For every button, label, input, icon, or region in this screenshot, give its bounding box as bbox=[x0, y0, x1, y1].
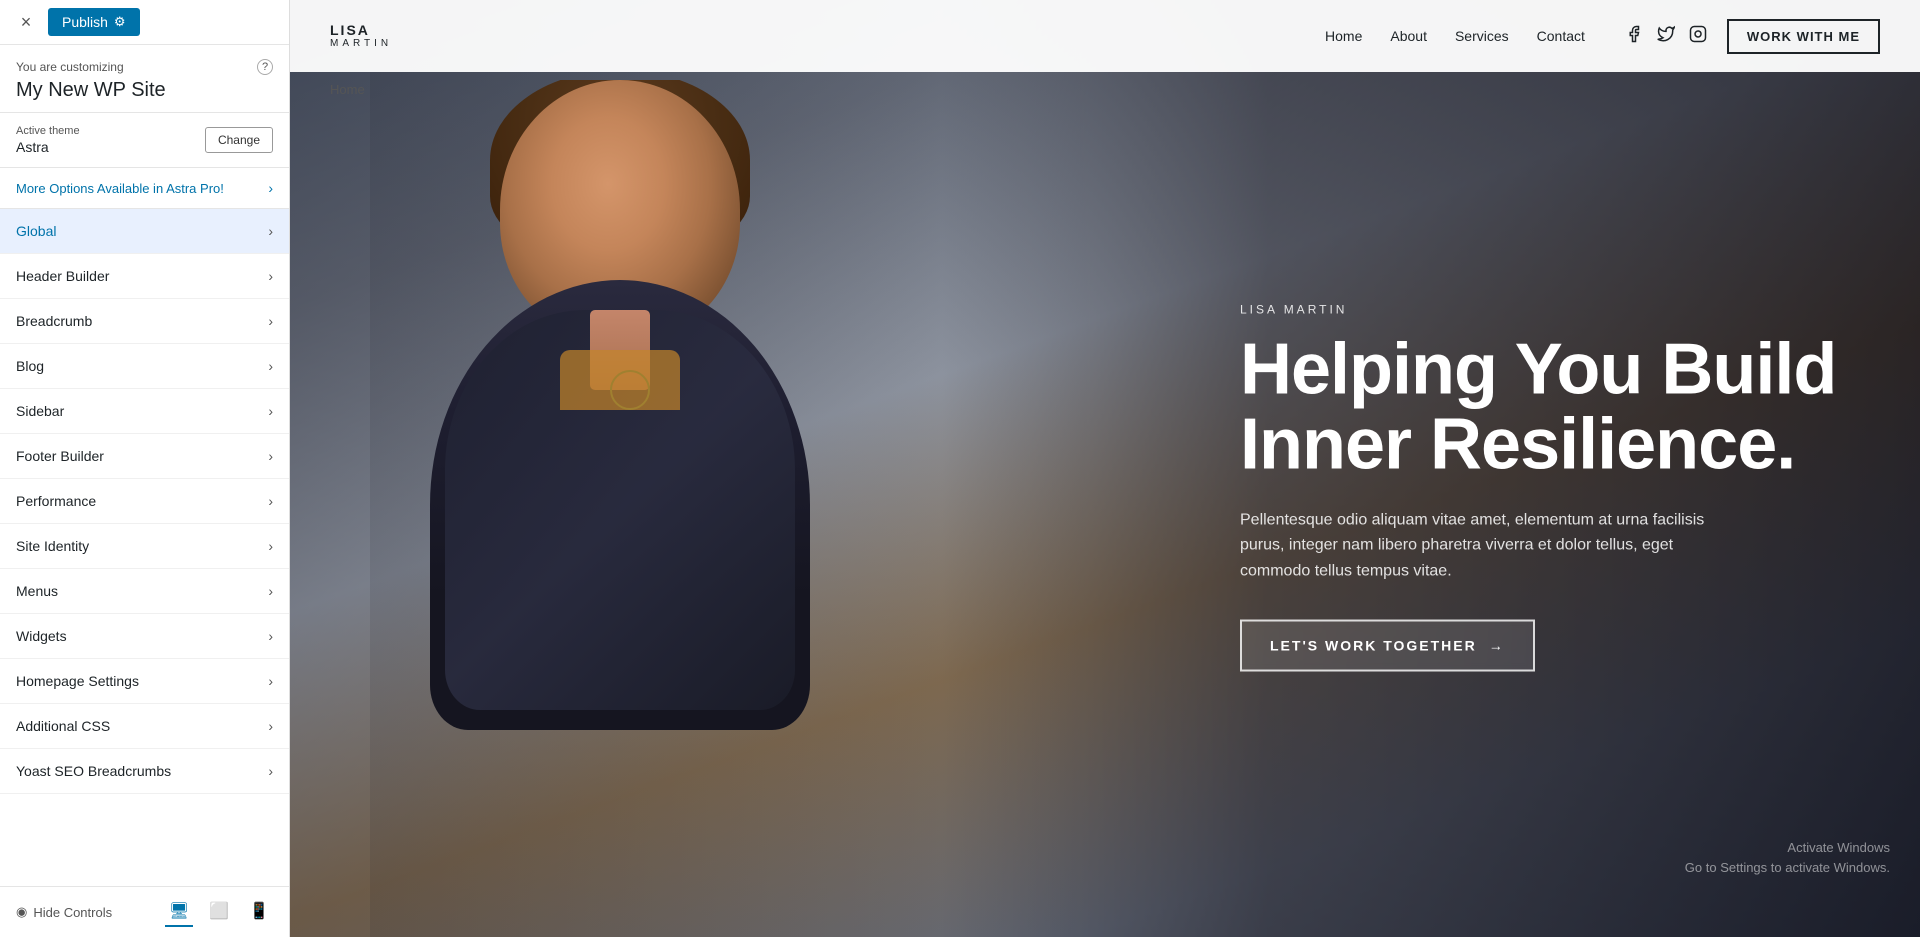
chevron-right-icon: › bbox=[268, 268, 273, 284]
astra-pro-banner[interactable]: More Options Available in Astra Pro! › bbox=[0, 168, 289, 209]
site-breadcrumb: Home bbox=[330, 72, 365, 107]
nav-home[interactable]: Home bbox=[1325, 28, 1362, 44]
hide-controls-label: Hide Controls bbox=[33, 905, 112, 920]
breadcrumb-home: Home bbox=[330, 82, 365, 97]
work-with-me-button[interactable]: WORK WITH ME bbox=[1727, 19, 1880, 54]
chevron-right-icon: › bbox=[268, 448, 273, 464]
customizing-label-text: You are customizing bbox=[16, 60, 124, 74]
logo-name: LISA bbox=[330, 23, 392, 38]
menu-item-global[interactable]: Global › bbox=[0, 209, 289, 254]
chevron-right-icon: › bbox=[268, 628, 273, 644]
preview-panel: LISA MARTIN Home About Services Contact bbox=[290, 0, 1920, 937]
chevron-right-icon: › bbox=[268, 538, 273, 554]
cta-button[interactable]: LET'S WORK TOGETHER → bbox=[1240, 620, 1535, 672]
menu-item-label: Sidebar bbox=[16, 403, 64, 419]
menu-item-additional-css[interactable]: Additional CSS › bbox=[0, 704, 289, 749]
menu-item-label: Header Builder bbox=[16, 268, 109, 284]
desktop-icon[interactable]: 🖥 bbox=[165, 897, 193, 927]
menu-item-label: Homepage Settings bbox=[16, 673, 139, 689]
menu-item-label: Blog bbox=[16, 358, 44, 374]
menu-item-widgets[interactable]: Widgets › bbox=[0, 614, 289, 659]
site-logo: LISA MARTIN bbox=[330, 23, 392, 49]
facebook-icon[interactable] bbox=[1625, 25, 1643, 48]
menu-item-label: Yoast SEO Breadcrumbs bbox=[16, 763, 171, 779]
menu-item-label: Additional CSS bbox=[16, 718, 110, 734]
customizer-panel: × Publish ⚙ You are customizing ? My New… bbox=[0, 0, 290, 937]
nav-about[interactable]: About bbox=[1390, 28, 1427, 44]
chevron-right-icon: › bbox=[268, 403, 273, 419]
menu-item-label: Global bbox=[16, 223, 56, 239]
menu-item-label: Performance bbox=[16, 493, 96, 509]
hero-subtitle: LISA MARTIN bbox=[1240, 302, 1860, 316]
site-nav: Home About Services Contact bbox=[1325, 28, 1585, 44]
publish-label: Publish bbox=[62, 14, 108, 30]
panel-topbar: × Publish ⚙ bbox=[0, 0, 289, 45]
hero-content: LISA MARTIN Helping You Build Inner Resi… bbox=[1240, 302, 1860, 672]
tablet-icon[interactable]: ⬜ bbox=[205, 897, 233, 927]
menu-item-label: Widgets bbox=[16, 628, 67, 644]
cta-arrow-icon: → bbox=[1489, 638, 1505, 654]
help-icon[interactable]: ? bbox=[257, 59, 273, 75]
menu-item-menus[interactable]: Menus › bbox=[0, 569, 289, 614]
chevron-right-icon: › bbox=[268, 583, 273, 599]
menu-item-site-identity[interactable]: Site Identity › bbox=[0, 524, 289, 569]
menu-item-label: Breadcrumb bbox=[16, 313, 92, 329]
twitter-icon[interactable] bbox=[1657, 25, 1675, 48]
astra-pro-chevron-icon: › bbox=[268, 180, 273, 196]
hero-title: Helping You Build Inner Resilience. bbox=[1240, 332, 1860, 483]
menu-item-label: Footer Builder bbox=[16, 448, 104, 464]
chevron-right-icon: › bbox=[268, 718, 273, 734]
menu-item-homepage-settings[interactable]: Homepage Settings › bbox=[0, 659, 289, 704]
customizing-section: You are customizing ? My New WP Site bbox=[0, 45, 289, 113]
chevron-right-icon: › bbox=[268, 763, 273, 779]
menu-item-yoast-seo[interactable]: Yoast SEO Breadcrumbs › bbox=[0, 749, 289, 794]
change-theme-button[interactable]: Change bbox=[205, 127, 273, 153]
hide-controls-button[interactable]: ◉ Hide Controls bbox=[16, 904, 112, 920]
instagram-icon[interactable] bbox=[1689, 25, 1707, 48]
theme-section: Active theme Astra Change bbox=[0, 113, 289, 168]
cta-label: LET'S WORK TOGETHER bbox=[1270, 638, 1477, 654]
site-header: LISA MARTIN Home About Services Contact bbox=[290, 0, 1920, 72]
menu-item-breadcrumb[interactable]: Breadcrumb › bbox=[0, 299, 289, 344]
astra-pro-text: More Options Available in Astra Pro! bbox=[16, 181, 224, 196]
menu-item-footer-builder[interactable]: Footer Builder › bbox=[0, 434, 289, 479]
gear-icon: ⚙ bbox=[114, 14, 126, 30]
nav-services[interactable]: Services bbox=[1455, 28, 1509, 44]
hero-description: Pellentesque odio aliquam vitae amet, el… bbox=[1240, 507, 1740, 584]
chevron-right-icon: › bbox=[268, 313, 273, 329]
theme-label: Active theme bbox=[16, 125, 80, 137]
chevron-right-icon: › bbox=[268, 673, 273, 689]
site-name: My New WP Site bbox=[16, 79, 273, 102]
chevron-right-icon: › bbox=[268, 358, 273, 374]
theme-name: Astra bbox=[16, 139, 80, 155]
mobile-icon[interactable]: 📱 bbox=[245, 897, 273, 927]
close-icon: × bbox=[21, 12, 32, 33]
social-icons bbox=[1625, 25, 1707, 48]
menu-item-sidebar[interactable]: Sidebar › bbox=[0, 389, 289, 434]
hide-controls-icon: ◉ bbox=[16, 904, 27, 920]
menu-item-blog[interactable]: Blog › bbox=[0, 344, 289, 389]
close-button[interactable]: × bbox=[12, 8, 40, 36]
activate-windows-line1: Activate Windows bbox=[1685, 838, 1890, 858]
menu-item-header-builder[interactable]: Header Builder › bbox=[0, 254, 289, 299]
nav-contact[interactable]: Contact bbox=[1537, 28, 1585, 44]
logo-surname: MARTIN bbox=[330, 38, 392, 49]
activate-windows-notice: Activate Windows Go to Settings to activ… bbox=[1685, 838, 1890, 877]
menu-item-label: Site Identity bbox=[16, 538, 89, 554]
chevron-right-icon: › bbox=[268, 493, 273, 509]
device-icons: 🖥 ⬜ 📱 bbox=[165, 897, 273, 927]
menu-item-label: Menus bbox=[16, 583, 58, 599]
panel-bottom: ◉ Hide Controls 🖥 ⬜ 📱 bbox=[0, 886, 289, 937]
menu-list: Global › Header Builder › Breadcrumb › B… bbox=[0, 209, 289, 886]
chevron-right-icon: › bbox=[268, 223, 273, 239]
publish-button[interactable]: Publish ⚙ bbox=[48, 8, 140, 36]
activate-windows-line2: Go to Settings to activate Windows. bbox=[1685, 858, 1890, 878]
menu-item-performance[interactable]: Performance › bbox=[0, 479, 289, 524]
site-preview: LISA MARTIN Home About Services Contact bbox=[290, 0, 1920, 937]
